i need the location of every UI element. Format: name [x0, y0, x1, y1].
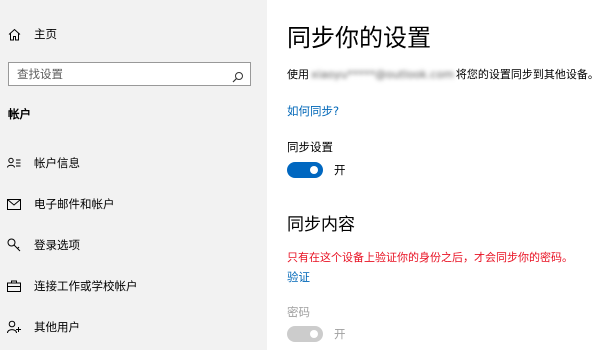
key-icon: [7, 238, 21, 252]
add-person-icon: [7, 320, 21, 334]
main-content: 同步你的设置 使用 xiaoyu*****@outlook.com 将您的设置同步到…: [267, 0, 599, 350]
sidebar-item-label: 帐户信息: [34, 156, 80, 170]
sidebar-item-label: 登录选项: [34, 238, 80, 252]
description-prefix: 使用: [287, 68, 309, 81]
password-label: 密码: [287, 305, 310, 319]
account-email: xiaoyu*****@outlook.com: [311, 68, 454, 81]
account-info-icon: [7, 156, 21, 170]
sync-settings-state: 开: [334, 163, 346, 177]
sidebar-item-work-school[interactable]: 连接工作或学校帐户: [0, 266, 267, 306]
home-icon: [7, 27, 21, 41]
sidebar-section-title: 帐户: [8, 107, 31, 121]
sidebar-item-other-users[interactable]: 其他用户: [0, 307, 267, 347]
sidebar-item-sign-in-options[interactable]: 登录选项: [0, 225, 267, 265]
sidebar-item-home[interactable]: 主页: [0, 14, 267, 54]
settings-window: 主页 查找设置 帐户 帐户信息 电子邮件和帐户 登录选项 连接工作或学校帐户 其…: [0, 0, 599, 350]
search-placeholder: 查找设置: [17, 67, 63, 81]
sidebar-item-label: 电子邮件和帐户: [34, 197, 115, 211]
toggle-knob: [310, 330, 318, 338]
mail-icon: [7, 197, 21, 211]
sync-content-heading: 同步内容: [287, 215, 355, 235]
search-input[interactable]: 查找设置: [8, 62, 251, 86]
password-state: 开: [334, 327, 346, 341]
search-icon[interactable]: [232, 68, 244, 83]
sidebar-item-email-accounts[interactable]: 电子邮件和帐户: [0, 184, 267, 224]
sync-settings-label: 同步设置: [287, 140, 333, 154]
how-to-sync-link[interactable]: 如何同步?: [287, 103, 339, 119]
password-warning: 只有在这个设备上验证你的身份之后，才会同步你的密码。: [287, 251, 573, 264]
briefcase-icon: [7, 279, 21, 293]
sidebar: 主页 查找设置 帐户 帐户信息 电子邮件和帐户 登录选项 连接工作或学校帐户 其…: [0, 0, 267, 350]
sync-settings-toggle[interactable]: [287, 162, 323, 178]
description-suffix: 将您的设置同步到其他设备。: [455, 68, 599, 81]
sidebar-item-label: 其他用户: [34, 320, 80, 334]
sidebar-item-label: 连接工作或学校帐户: [34, 279, 138, 293]
page-title: 同步你的设置: [287, 24, 431, 52]
sidebar-item-account-info[interactable]: 帐户信息: [0, 143, 267, 183]
sync-description: 使用 xiaoyu*****@outlook.com 将您的设置同步到其他设备。: [287, 66, 599, 82]
verify-link[interactable]: 验证: [287, 269, 310, 285]
password-toggle[interactable]: [287, 326, 323, 342]
toggle-knob: [310, 166, 318, 174]
sidebar-item-label: 主页: [34, 27, 57, 41]
